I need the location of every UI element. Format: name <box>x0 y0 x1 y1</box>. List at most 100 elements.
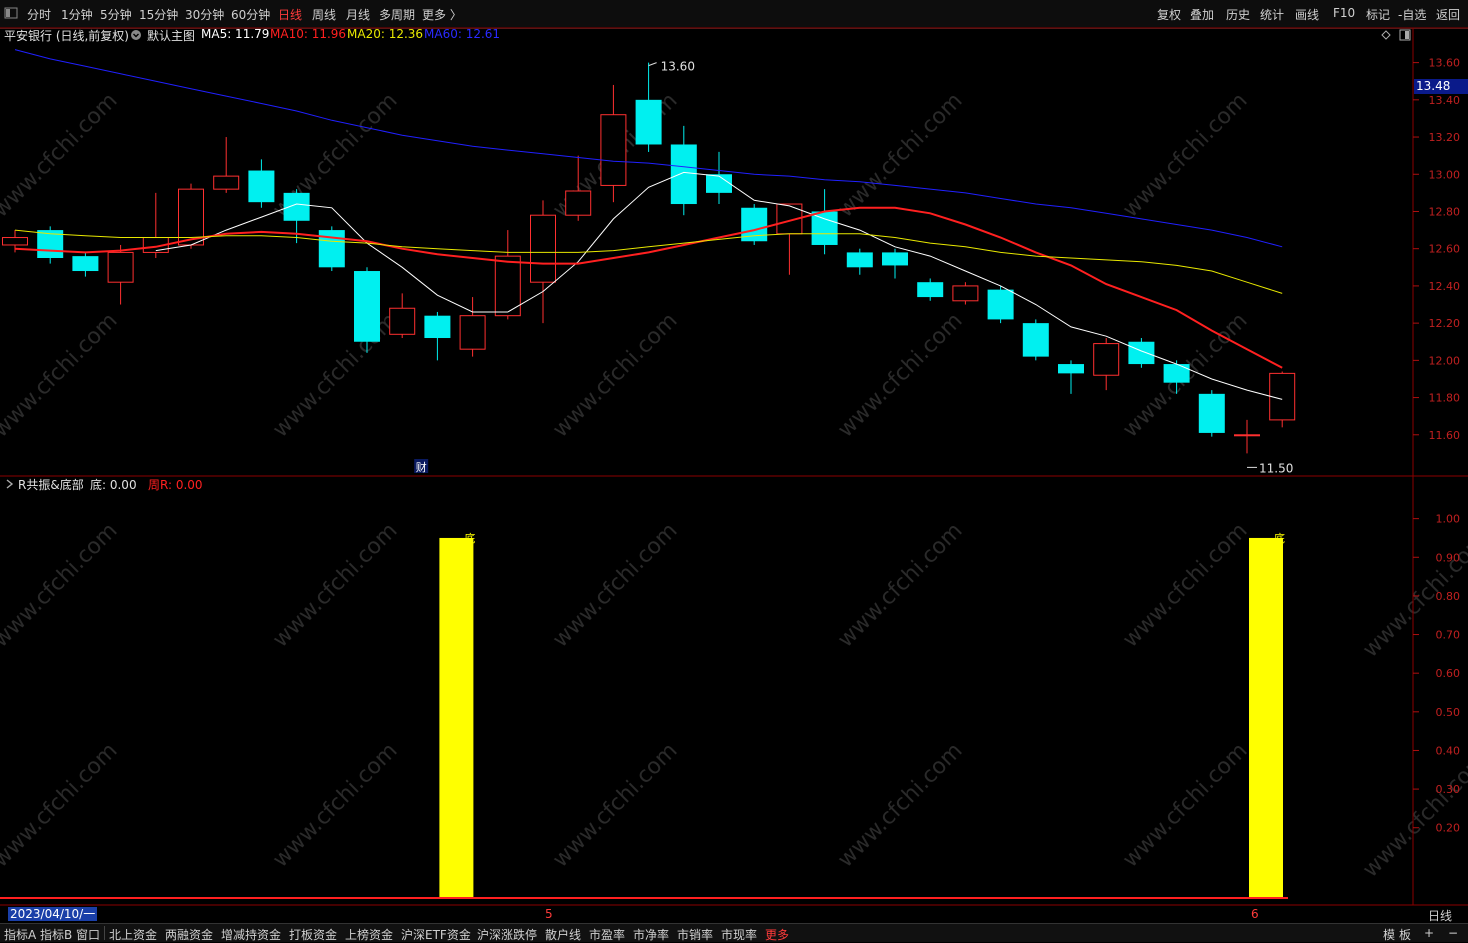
candle-body-up <box>600 114 627 186</box>
current-price-tag: 13.48 <box>1414 79 1468 94</box>
template-ban[interactable]: 板 <box>1399 926 1411 943</box>
tab-indicator-b[interactable]: 指标B <box>40 926 72 943</box>
ma20-value: MA20: 12.36 <box>347 27 424 41</box>
price-tick-label: 11.60 <box>1429 429 1461 442</box>
kline-chart-area[interactable]: www.cfchi.com www.cfchi.com www.cfchi.com w… <box>0 0 1468 941</box>
candle-body-up <box>1093 343 1120 376</box>
tab-pcf[interactable]: 市现率 <box>721 926 757 943</box>
tab-etf-funds[interactable]: 沪深ETF资金 <box>401 926 471 943</box>
price-tick-label: 12.80 <box>1429 205 1461 218</box>
remove-window-button[interactable]: − <box>1448 926 1458 940</box>
tab-window[interactable]: 窗口 <box>76 926 100 943</box>
indicator-di-value: 底: 0.00 <box>90 478 137 492</box>
month-mark-may: 5 <box>545 907 553 921</box>
tab-indicator-a[interactable]: 指标A <box>4 926 36 943</box>
tab-retail-line[interactable]: 散户线 <box>545 926 581 943</box>
signal-bar-label: 底 <box>464 531 475 545</box>
watermark-text: www.cfchi.com <box>833 738 967 872</box>
watermark-text: www.cfchi.com <box>0 88 123 222</box>
tab-pe[interactable]: 市盈率 <box>589 926 625 943</box>
candle-body-up <box>107 251 134 283</box>
candle-body-down <box>917 282 944 298</box>
cursor-date-label: 2023/04/10/一 <box>8 907 98 921</box>
circle-menu-icon[interactable] <box>130 29 142 44</box>
indicator-tick-label: 0.40 <box>1436 744 1461 757</box>
watermark-text: www.cfchi.com <box>833 88 967 222</box>
candle-body-down <box>1128 341 1155 365</box>
watermark-text: www.cfchi.com <box>548 518 682 652</box>
tab-limit-updown[interactable]: 沪深涨跌停 <box>477 926 537 943</box>
candle-body-down <box>72 256 99 272</box>
tab-pb[interactable]: 市净率 <box>633 926 669 943</box>
add-window-button[interactable]: + <box>1424 926 1434 940</box>
price-tick-label: 13.40 <box>1429 94 1461 107</box>
template-name[interactable]: 默认主图 <box>147 27 195 44</box>
watermark-text: www.cfchi.com <box>268 738 402 872</box>
indicator-tabbar: 指标A 指标B 窗口 北上资金 两融资金 增减持资金 打板资金 上榜资金 沪深E… <box>0 923 1468 942</box>
max-price-pointer <box>648 62 657 67</box>
indicator-tick-label: 0.30 <box>1436 783 1461 796</box>
stock-title: 平安银行 (日线,前复权) <box>4 29 129 43</box>
candle-body-down <box>987 289 1014 320</box>
tab-more[interactable]: 更多 <box>765 926 789 943</box>
finance-marker: 财 <box>416 460 427 474</box>
candle-body-down <box>1022 323 1049 357</box>
candle-body-down <box>846 252 873 268</box>
ma5-value: MA5: 11.79 <box>201 27 270 41</box>
candle-body-down <box>424 315 451 339</box>
tab-holding-change[interactable]: 增减持资金 <box>221 926 281 943</box>
candle-body-up <box>2 237 28 246</box>
watermark-text: www.cfchi.com <box>548 308 682 442</box>
candle-body-down <box>635 99 662 145</box>
price-tick-label: 13.60 <box>1429 57 1461 70</box>
signal-bar <box>1249 537 1283 899</box>
indicator-name[interactable]: R共振&底部 <box>18 476 84 493</box>
candle-body-down <box>1058 364 1084 374</box>
tab-ps[interactable]: 市销率 <box>677 926 713 943</box>
watermark-text: www.cfchi.com <box>833 308 967 442</box>
indicator-tick-label: 0.20 <box>1436 822 1461 835</box>
price-tick-label: 13.00 <box>1429 168 1461 181</box>
candle-body-up <box>213 175 240 190</box>
indicator-tick-label: 0.70 <box>1436 629 1461 642</box>
watermark-text: www.cfchi.com <box>833 518 967 652</box>
candle-body-down <box>283 192 310 221</box>
watermark-text: www.cfchi.com <box>268 518 402 652</box>
panel-toggle-icon[interactable] <box>1399 29 1411 44</box>
ma10-value: MA10: 11.96 <box>270 27 347 41</box>
diamond-icon[interactable] <box>1381 29 1391 43</box>
price-tick-label: 12.00 <box>1429 354 1461 367</box>
candle-body-up <box>1234 434 1260 437</box>
watermark-text: www.cfchi.com <box>0 738 123 872</box>
tab-northbound[interactable]: 北上资金 <box>109 926 157 943</box>
price-tick-label: 12.60 <box>1429 243 1461 256</box>
ma-line-ma20 <box>14 229 1283 294</box>
max-price-label: 13.60 <box>661 60 695 74</box>
template-mo[interactable]: 模 <box>1383 926 1395 943</box>
indicator-tick-label: 1.00 <box>1436 513 1461 526</box>
candle-body-up <box>459 315 486 350</box>
tab-margin[interactable]: 两融资金 <box>165 926 213 943</box>
price-tick-label: 11.80 <box>1429 392 1461 405</box>
watermark-text: www.cfchi.com <box>1118 518 1252 652</box>
watermark-text: www.cfchi.com <box>0 308 123 442</box>
indicator-expand-icon[interactable] <box>4 478 14 492</box>
candle-body-down <box>248 170 275 203</box>
candle-body-down <box>882 252 908 266</box>
candle-body-down <box>706 174 732 193</box>
signal-bar-label: 底 <box>1274 531 1285 545</box>
indicator-tick-label: 0.60 <box>1436 667 1461 680</box>
tab-limitup-funds[interactable]: 打板资金 <box>289 926 337 943</box>
watermark-text: www.cfchi.com <box>548 738 682 872</box>
candle-body-down <box>811 211 838 245</box>
watermark-text: www.cfchi.com <box>1118 88 1252 222</box>
watermark-text: www.cfchi.com <box>268 308 402 442</box>
candle-body-up <box>952 285 979 302</box>
min-price-label: 11.50 <box>1259 461 1293 475</box>
tab-billboard-funds[interactable]: 上榜资金 <box>345 926 393 943</box>
month-mark-june: 6 <box>1251 907 1259 921</box>
price-tick-label: 12.20 <box>1429 317 1461 330</box>
indicator-zhour-value: 周R: 0.00 <box>148 478 203 492</box>
period-label: 日线 <box>1428 909 1453 923</box>
candle-body-up <box>530 214 556 283</box>
